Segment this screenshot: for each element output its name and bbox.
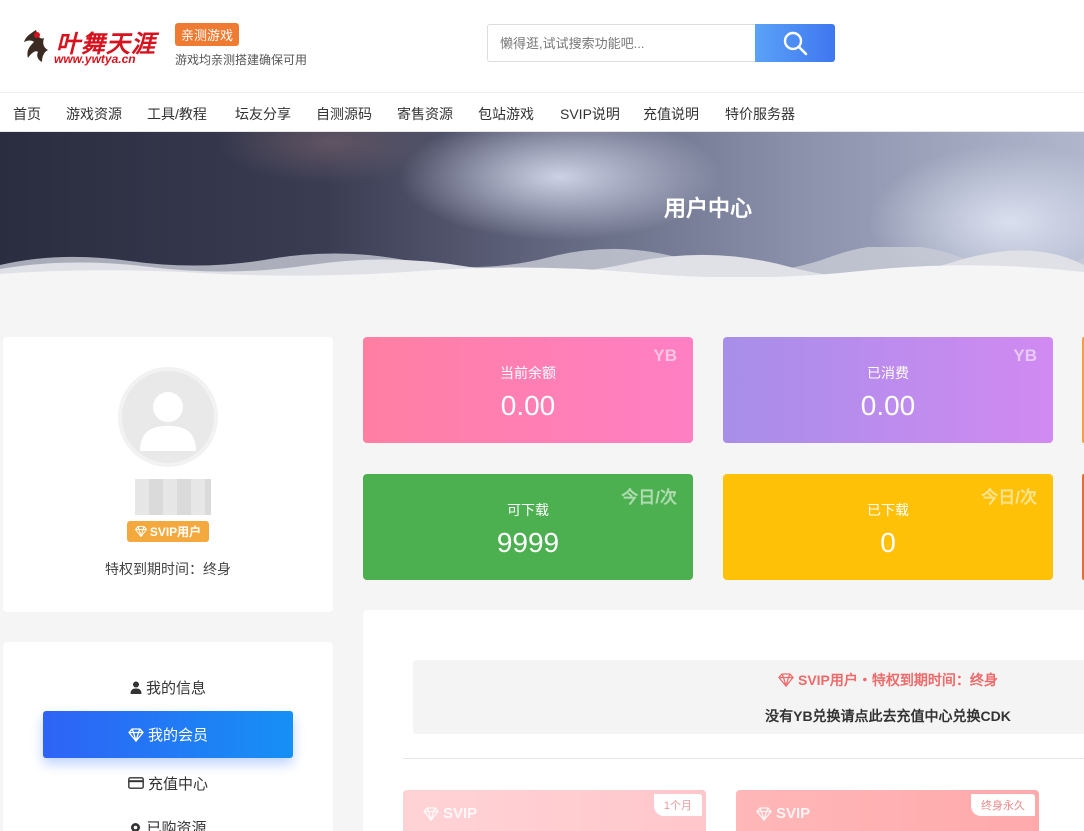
plan-name: SVIP	[756, 805, 810, 822]
svip-status-badge: SVIP用户	[127, 521, 209, 542]
divider	[403, 758, 1084, 759]
plan-term-badge: 1个月	[653, 794, 702, 816]
spent-card: YB 已消费 0.00	[723, 337, 1053, 443]
menu-item-my-info[interactable]: 我的信息	[43, 667, 293, 707]
diamond-icon	[134, 526, 147, 537]
menu-item-purchased[interactable]: 已购资源	[43, 807, 293, 831]
membership-status-line: SVIP用户・特权到期时间：终身	[413, 670, 1084, 690]
main-nav: 首页 游戏资源 工具/教程 坛友分享 自测源码 寄售资源 包站游戏 SVIP说明…	[0, 92, 1084, 132]
nav-item-recharge-info[interactable]: 充值说明	[643, 104, 699, 124]
privilege-expiry: 特权到期时间：终身	[105, 561, 231, 577]
plan-card-svip-lifetime[interactable]: SVIP 终身永久	[736, 790, 1039, 831]
menu-item-my-membership[interactable]: 我的会员	[43, 711, 293, 758]
svip-badge-label: SVIP用户	[149, 525, 202, 539]
plan-name-label: SVIP	[443, 805, 478, 822]
user-icon	[130, 681, 142, 694]
menu-item-label: 充值中心	[147, 775, 208, 793]
search-icon	[783, 31, 808, 56]
membership-status-text: SVIP用户・特权到期时间：终身	[797, 672, 998, 688]
menu-item-label: 我的会员	[147, 727, 208, 744]
stat-label: 当前余额	[500, 365, 556, 381]
diamond-icon	[128, 727, 144, 742]
diamond-icon	[778, 673, 794, 689]
nav-item-self-tested-source[interactable]: 自测源码	[316, 104, 372, 124]
gear-icon	[131, 822, 141, 831]
search-button[interactable]	[755, 24, 835, 62]
site-logo[interactable]: 叶舞天涯 www.ywtya.cn	[20, 24, 165, 68]
membership-panel: SVIP用户・特权到期时间：终身 没有YB兑换请点此去充值中心兑换CDK SVI…	[363, 610, 1084, 831]
plan-name-label: SVIP	[776, 805, 811, 822]
menu-item-recharge-center[interactable]: 充值中心	[43, 763, 293, 803]
nav-item-hosted-games[interactable]: 包站游戏	[478, 104, 534, 124]
membership-notice: SVIP用户・特权到期时间：终身 没有YB兑换请点此去充值中心兑换CDK	[413, 660, 1084, 734]
logo-url: www.ywtya.cn	[54, 52, 136, 66]
nav-item-forum-share[interactable]: 坛友分享	[235, 104, 291, 124]
tested-games-badge: 亲测游戏	[175, 23, 240, 46]
menu-item-label: 我的信息	[145, 679, 206, 697]
banner-waves	[0, 247, 1084, 277]
search-input[interactable]	[487, 24, 756, 62]
stat-value: 9999	[496, 527, 560, 558]
profile-card: SVIP用户 特权到期时间：终身	[3, 337, 333, 612]
balance-card: YB 当前余额 0.00	[363, 337, 693, 443]
nav-item-consignment[interactable]: 寄售资源	[397, 104, 453, 124]
stat-value: 0.00	[860, 390, 916, 421]
avatar[interactable]	[118, 367, 218, 467]
diamond-icon	[756, 806, 772, 821]
plan-name: SVIP	[423, 805, 477, 822]
menu-item-label: 已购资源	[146, 819, 207, 831]
default-user-icon	[140, 392, 196, 451]
diamond-icon	[423, 806, 439, 821]
downloaded-card: 今日/次 已下载 0	[723, 474, 1053, 580]
stat-label: 已消费	[867, 365, 909, 381]
logo-figure-icon	[24, 30, 48, 62]
stat-value: 0.00	[500, 390, 556, 421]
stat-label: 已下载	[867, 502, 909, 518]
nav-item-game-resources[interactable]: 游戏资源	[66, 104, 122, 124]
nav-item-discount-servers[interactable]: 特价服务器	[725, 104, 795, 124]
plan-card-svip-1-month[interactable]: SVIP 1个月	[403, 790, 706, 831]
cdk-redeem-link[interactable]: 没有YB兑换请点此去充值中心兑换CDK	[413, 706, 1084, 726]
stat-value: 0	[880, 527, 896, 558]
credit-card-icon	[128, 777, 144, 789]
plan-term-badge: 终身永久	[971, 794, 1035, 816]
nav-item-tools-tutorials[interactable]: 工具/教程	[147, 104, 207, 124]
nav-item-svip-info[interactable]: SVIP说明	[560, 104, 620, 124]
site-tagline: 游戏均亲测搭建确保可用	[175, 53, 308, 67]
site-header: 叶舞天涯 www.ywtya.cn 亲测游戏 游戏均亲测搭建确保可用	[0, 0, 1084, 92]
nav-item-home[interactable]: 首页	[13, 104, 41, 124]
page-banner: 用户中心	[0, 132, 1084, 277]
user-menu: 我的信息 我的会员 充值中心 已购资源	[3, 642, 333, 831]
stat-label: 可下载	[507, 502, 549, 518]
username-blurred	[135, 479, 211, 515]
downloadable-card: 今日/次 可下载 9999	[363, 474, 693, 580]
page-title: 用户中心	[663, 196, 752, 221]
